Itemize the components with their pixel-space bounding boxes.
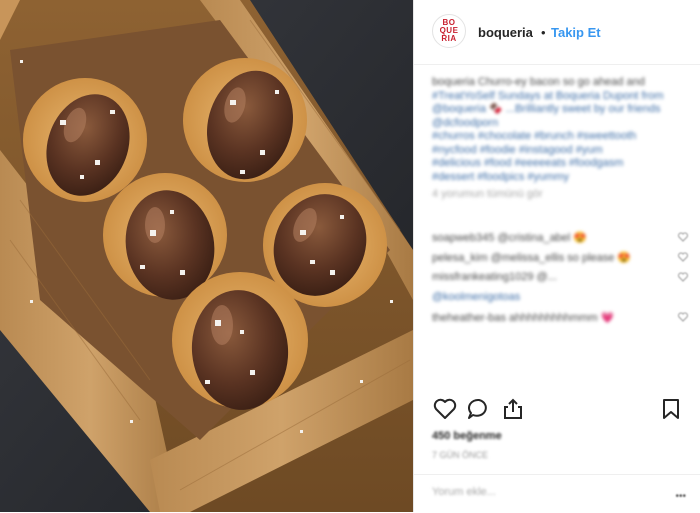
likes-count[interactable]: 450 beğenme	[432, 430, 502, 442]
caption-line[interactable]: #churros #chocolate #brunch #sweettooth	[432, 130, 682, 144]
caption-line[interactable]: #nycfood #foodie #instagood #yum	[432, 144, 682, 158]
view-all-comments-link[interactable]: 4 yorumun tümünü gör	[432, 188, 682, 202]
caption-line[interactable]: @dcfoodporn	[432, 117, 682, 131]
comment-icon[interactable]	[466, 396, 492, 422]
post-info-panel: BO QUE RIA boqueria • Takip Et boqueria …	[414, 0, 700, 512]
comment-text: missfrankeating1029 @...	[432, 271, 557, 283]
avatar[interactable]: BO QUE RIA	[432, 14, 466, 48]
caption-line: boqueria Churro-ey bacon so go ahead and	[432, 76, 645, 88]
comment-form: Yorum ekle... •••	[414, 474, 700, 513]
caption-line[interactable]: #delicious #food #eeeeeats #foodgasm	[432, 157, 682, 171]
comment-text: pelesa_kim @melissa_ellis so please 😍	[432, 252, 632, 264]
action-bar	[432, 396, 684, 424]
username-link[interactable]: boqueria	[478, 25, 533, 40]
post-photo[interactable]	[0, 0, 413, 512]
heart-icon[interactable]	[432, 396, 458, 422]
churros-photo	[0, 0, 413, 512]
comment-like-icon[interactable]	[678, 312, 688, 322]
caption-line[interactable]: #TreatYoSelf Sundays at Boqueria Dupont …	[432, 90, 682, 104]
follow-button[interactable]: Takip Et	[551, 25, 601, 40]
post-timestamp: 7 GÜN ÖNCE	[432, 450, 489, 460]
comment-input[interactable]: Yorum ekle...	[432, 486, 496, 498]
comment-row: soapweb345 @cristina_abel 😍	[432, 228, 692, 248]
caption-line[interactable]: @boqueria 🍫 ...Brilliantly sweet by our …	[432, 103, 682, 117]
bookmark-icon[interactable]	[658, 396, 684, 422]
avatar-letters-3: RIA	[441, 34, 457, 43]
comment-text: @koolmenigotoas	[432, 291, 521, 303]
comment-like-icon[interactable]	[678, 272, 688, 282]
comment-text: theheather-bas ahhhhhhhhhmmm 💗	[432, 312, 615, 324]
comment-list: soapweb345 @cristina_abel 😍 pelesa_kim @…	[432, 228, 692, 328]
caption-line[interactable]: #dessert #foodpics #yummy	[432, 171, 682, 185]
comment-row: @koolmenigotoas	[432, 288, 692, 308]
comment-row: pelesa_kim @melissa_ellis so please 😍	[432, 248, 692, 268]
comment-row: theheather-bas ahhhhhhhhhmmm 💗	[432, 308, 692, 328]
header-separator: •	[541, 25, 546, 40]
caption: boqueria Churro-ey bacon so go ahead and…	[432, 76, 682, 202]
comment-like-icon[interactable]	[678, 252, 688, 262]
comment-like-icon[interactable]	[678, 232, 688, 242]
share-icon[interactable]	[500, 396, 526, 422]
comment-row: missfrankeating1029 @...	[432, 268, 692, 288]
comment-text: soapweb345 @cristina_abel 😍	[432, 232, 588, 244]
post-header: BO QUE RIA boqueria • Takip Et	[414, 0, 700, 65]
more-options-icon[interactable]: •••	[675, 491, 686, 502]
